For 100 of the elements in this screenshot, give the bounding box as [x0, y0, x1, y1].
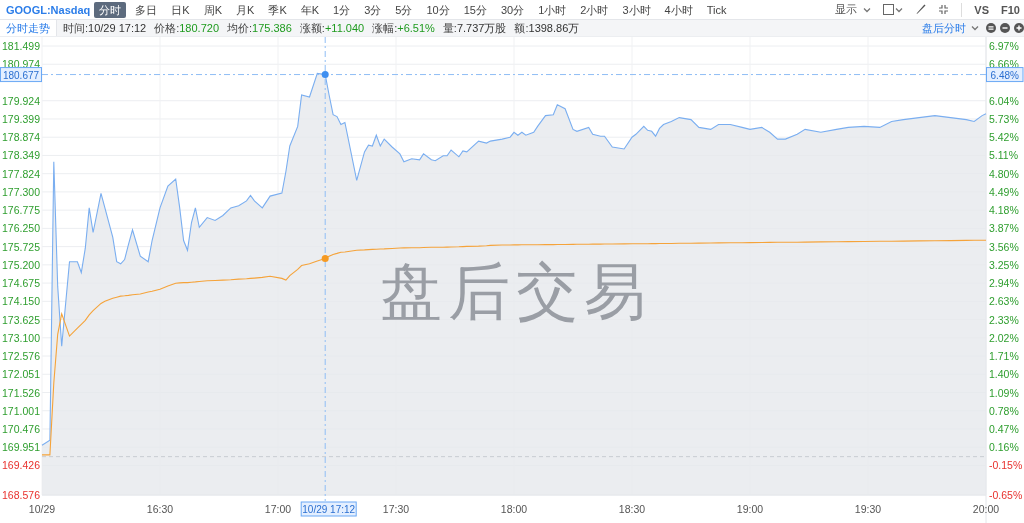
- period-tab[interactable]: 4小时: [659, 1, 698, 18]
- price-axis-label: 178.349: [2, 149, 40, 162]
- percent-axis-label: 4.49%: [989, 185, 1019, 198]
- zoom-in-icon[interactable]: [1014, 23, 1024, 33]
- price-axis-label: 175.200: [2, 258, 40, 271]
- percent-axis-label: 0.47%: [989, 423, 1019, 435]
- shrink-icon[interactable]: [938, 4, 950, 15]
- percent-axis-label: 3.56%: [989, 240, 1019, 253]
- period-tab[interactable]: 30分: [495, 1, 530, 18]
- price-axis-label: 169.426: [2, 459, 40, 472]
- period-tab[interactable]: 15分: [458, 1, 492, 18]
- caret-icon: [863, 6, 872, 13]
- period-tab[interactable]: 多日: [130, 1, 163, 18]
- price-axis-label: 172.051: [2, 368, 40, 381]
- period-tab[interactable]: 月K: [231, 1, 260, 18]
- period-tab[interactable]: 3分: [359, 1, 387, 18]
- toolbar-button[interactable]: F10: [1001, 3, 1020, 16]
- collapse-icon[interactable]: [986, 23, 996, 33]
- percent-axis-label: -0.15%: [989, 459, 1023, 472]
- price-marker: [321, 71, 329, 79]
- percent-axis-label: 5.11%: [989, 149, 1018, 162]
- price-axis-label: 179.399: [2, 112, 40, 125]
- checkbox-dropdown[interactable]: [883, 4, 904, 15]
- price-axis-label: 173.100: [2, 331, 40, 344]
- price-axis-label: 168.576: [2, 489, 40, 501]
- average-marker: [321, 254, 329, 262]
- period-tab[interactable]: 1分: [328, 1, 356, 18]
- price-axis-label: 175.725: [2, 240, 40, 253]
- crosshair-percent-label: 6.48%: [986, 67, 1024, 83]
- price-axis-label: 178.874: [2, 131, 40, 144]
- percent-axis-label: 0.16%: [989, 441, 1019, 454]
- time-axis-label: 17:30: [382, 503, 410, 515]
- time-axis-label: 17:00: [264, 503, 292, 515]
- time-axis-label: 18:00: [500, 503, 528, 515]
- caret-icon: [971, 25, 979, 31]
- period-tab[interactable]: 日K: [166, 1, 195, 18]
- period-tab[interactable]: 10分: [421, 1, 455, 18]
- price-axis-label: 179.924: [2, 94, 40, 107]
- crosshair-time-label: 10/29 17:12: [300, 501, 357, 517]
- percent-axis-label: -0.65%: [989, 489, 1023, 501]
- display-dropdown[interactable]: 显示: [835, 2, 872, 17]
- price-axis-label: 177.824: [2, 167, 40, 180]
- price-axis-label: 170.476: [2, 423, 40, 435]
- percent-axis-label: 5.73%: [989, 112, 1019, 125]
- quote-field: 均价:175.386: [227, 20, 292, 36]
- percent-axis-label: 2.33%: [989, 313, 1019, 326]
- time-axis-label: 18:30: [618, 503, 646, 515]
- crosshair-price-label: 180.677: [0, 67, 42, 83]
- percent-axis-label: 1.40%: [989, 368, 1019, 381]
- quote-field: 价格:180.720: [154, 20, 219, 36]
- percent-axis-label: 4.80%: [989, 167, 1019, 180]
- quote-field: 涨额:+11.040: [299, 20, 365, 36]
- period-tab[interactable]: 分时: [94, 1, 127, 18]
- period-tab[interactable]: 季K: [263, 1, 292, 18]
- quote-field: 额:1398.86万: [514, 20, 580, 36]
- price-axis-label: 177.300: [2, 185, 40, 198]
- percent-axis-label: 1.71%: [989, 350, 1019, 362]
- checkbox[interactable]: [883, 4, 895, 15]
- price-axis-label: 174.675: [2, 277, 40, 290]
- zoom-out-icon[interactable]: [1000, 23, 1010, 33]
- price-axis-label: 181.499: [2, 40, 40, 52]
- time-axis-label: 19:30: [854, 503, 882, 515]
- percent-axis-label: 3.87%: [989, 222, 1019, 235]
- percent-axis-label: 2.63%: [989, 295, 1019, 308]
- quote-field: 时间:10/29 17:12: [63, 20, 147, 36]
- percent-axis-label: 6.97%: [989, 40, 1019, 52]
- time-axis-label: 16:30: [146, 503, 174, 515]
- price-axis-label: 172.576: [2, 350, 40, 362]
- percent-axis-label: 1.09%: [989, 386, 1019, 399]
- session-label: 盘后交易: [380, 257, 652, 326]
- price-axis-label: 171.526: [2, 386, 40, 399]
- price-axis-label: 171.001: [2, 404, 40, 417]
- period-tab[interactable]: 3小时: [617, 1, 656, 18]
- period-tab[interactable]: 1小时: [533, 1, 572, 18]
- price-axis-label: 173.625: [2, 313, 40, 326]
- price-axis-label: 176.775: [2, 204, 40, 217]
- percent-axis-label: 2.02%: [989, 331, 1019, 344]
- period-tab[interactable]: 周K: [198, 1, 228, 18]
- caret-icon: [895, 6, 904, 13]
- time-axis-label: 10/29: [28, 503, 56, 515]
- time-axis-label: 19:00: [736, 503, 764, 515]
- time-axis-label: 20:00: [972, 503, 1000, 515]
- stock-symbol: GOOGL:Nasdaq: [6, 3, 91, 16]
- price-axis-label: 169.951: [2, 441, 40, 454]
- percent-axis-label: 3.25%: [989, 258, 1019, 271]
- percent-axis-label: 6.04%: [989, 94, 1019, 107]
- percent-axis-label: 2.94%: [989, 277, 1019, 290]
- percent-axis-label: 0.78%: [989, 404, 1019, 417]
- percent-axis-label: 4.18%: [989, 204, 1019, 217]
- percent-axis-label: 5.42%: [989, 131, 1019, 144]
- period-tab[interactable]: 5分: [390, 1, 418, 18]
- quote-field: 量:7.737万股: [442, 20, 507, 36]
- price-axis-label: 176.250: [2, 222, 40, 235]
- period-tab[interactable]: 年K: [295, 1, 325, 18]
- period-tab[interactable]: 2小时: [575, 1, 614, 18]
- toolbar-button[interactable]: VS: [974, 3, 990, 16]
- quote-field: 涨幅:+6.51%: [372, 20, 435, 36]
- pen-icon[interactable]: [915, 4, 927, 15]
- period-tab[interactable]: Tick: [701, 1, 732, 18]
- price-axis-label: 174.150: [2, 295, 40, 308]
